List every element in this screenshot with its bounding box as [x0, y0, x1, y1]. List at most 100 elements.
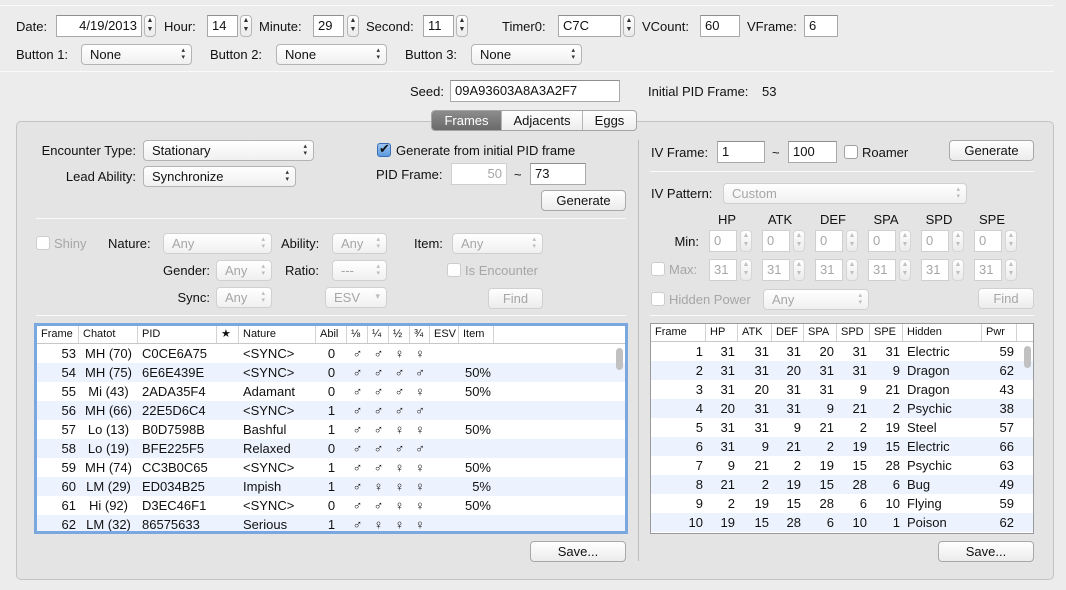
frames_table-header-7[interactable]: ¼	[368, 326, 389, 343]
iv-stepper[interactable]: ▲ ▼	[740, 230, 752, 252]
nature-popup[interactable]: Any	[163, 233, 272, 254]
frames_table-header-5[interactable]: Abil	[316, 326, 347, 343]
iv_table-header-7[interactable]: Hidden	[903, 324, 982, 341]
iv-stepper[interactable]: ▲ ▼	[1005, 230, 1017, 252]
max-iv-field[interactable]: 31	[709, 259, 737, 281]
iv-stepper[interactable]: ▲ ▼	[952, 259, 964, 281]
frames_table-header-6[interactable]: ⅛	[347, 326, 368, 343]
table-row[interactable]: 6 31 9 21 2 19 15 Electric 66	[651, 437, 1033, 456]
iv-stepper[interactable]: ▲ ▼	[952, 230, 964, 252]
iv_table-header-6[interactable]: SPE	[870, 324, 903, 341]
date-field[interactable]: 4/19/2013	[56, 15, 142, 37]
iv-stepper[interactable]: ▲ ▼	[899, 259, 911, 281]
seed-field[interactable]: 09A93603A8A3A2F7	[450, 80, 620, 102]
table-row[interactable]: 61 Hi (92) D3EC46F1 <SYNC> 0 ♂ ♂ ♀ ♀ 50%	[37, 496, 625, 515]
table-row[interactable]: 8 21 2 19 15 28 6 Bug 49	[651, 475, 1033, 494]
table-row[interactable]: 57 Lo (13) B0D7598B Bashful 1 ♂ ♂ ♀ ♀ 50%	[37, 420, 625, 439]
sync-popup[interactable]: Any	[216, 287, 272, 308]
table-row[interactable]: 54 MH (75) 6E6E439E <SYNC> 0 ♂ ♂ ♂ ♂ 50%	[37, 363, 625, 382]
iv_table-header-0[interactable]: Frame	[651, 324, 706, 341]
button3-popup[interactable]: None	[471, 44, 582, 65]
tab-eggs[interactable]: Eggs	[583, 111, 636, 130]
table-row[interactable]: 9 2 19 15 28 6 10 Flying 59	[651, 494, 1033, 513]
frames-scrollbar[interactable]	[616, 348, 623, 370]
table-row[interactable]: 5 31 31 9 21 2 19 Steel 57	[651, 418, 1033, 437]
min-iv-field[interactable]: 0	[974, 230, 1002, 252]
date-stepper[interactable]: ▲ ▼	[144, 15, 156, 37]
iv-stepper[interactable]: ▲ ▼	[899, 230, 911, 252]
table-row[interactable]: 7 9 21 2 19 15 28 Psychic 63	[651, 456, 1033, 475]
roamer-checkbox[interactable]	[844, 145, 858, 159]
second-stepper[interactable]: ▲ ▼	[456, 15, 468, 37]
pid-frame-min-field[interactable]: 50	[451, 163, 507, 185]
save-frames-button[interactable]: Save...	[530, 541, 626, 562]
vcount-field[interactable]: 60	[700, 15, 740, 37]
table-row[interactable]: 56 MH (66) 22E5D6C4 <SYNC> 1 ♂ ♂ ♂ ♂	[37, 401, 625, 420]
table-row[interactable]: 60 LM (29) ED034B25 Impish 1 ♂ ♀ ♀ ♀ 5%	[37, 477, 625, 496]
esv-popup[interactable]: ESV	[325, 287, 387, 308]
shiny-checkbox[interactable]	[36, 236, 50, 250]
ability-popup[interactable]: Any	[332, 233, 387, 254]
pid-frame-max-field[interactable]: 73	[530, 163, 586, 185]
iv_table-header-2[interactable]: ATK	[738, 324, 772, 341]
max-iv-field[interactable]: 31	[974, 259, 1002, 281]
min-iv-field[interactable]: 0	[762, 230, 790, 252]
frames_table-header-8[interactable]: ½	[389, 326, 410, 343]
max-iv-field[interactable]: 31	[762, 259, 790, 281]
frames_table-header-2[interactable]: PID	[138, 326, 217, 343]
frames-table[interactable]: Frame Chatot PID ★ Nature Abil ⅛ ¼ ½ ¾ ESV Item 53 M…	[34, 323, 628, 534]
iv-stepper[interactable]: ▲ ▼	[740, 259, 752, 281]
table-row[interactable]: 55 Mi (43) 2ADA35F4 Adamant 0 ♂ ♂ ♂ ♀ 50%	[37, 382, 625, 401]
minute-field[interactable]: 29	[313, 15, 344, 37]
find-iv-button[interactable]: Find	[978, 288, 1034, 309]
frames_table-header-9[interactable]: ¾	[410, 326, 430, 343]
table-row[interactable]: 58 Lo (19) BFE225F5 Relaxed 0 ♂ ♂ ♂ ♂	[37, 439, 625, 458]
hidden-power-checkbox[interactable]	[651, 292, 665, 306]
iv-frame-max-field[interactable]: 100	[788, 141, 837, 163]
frames_table-header-3[interactable]: ★	[217, 326, 239, 343]
generate-iv-button[interactable]: Generate	[949, 140, 1034, 161]
button2-popup[interactable]: None	[276, 44, 387, 65]
iv-stepper[interactable]: ▲ ▼	[1005, 259, 1017, 281]
generate-pid-button[interactable]: Generate	[541, 190, 626, 211]
frames_table-header-4[interactable]: Nature	[239, 326, 316, 343]
hour-stepper[interactable]: ▲ ▼	[240, 15, 252, 37]
table-row[interactable]: 10 19 15 28 6 10 1 Poison 62	[651, 513, 1033, 532]
iv_table-header-8[interactable]: Pwr	[982, 324, 1017, 341]
iv-scrollbar[interactable]	[1024, 346, 1031, 368]
iv_table-header-3[interactable]: DEF	[772, 324, 804, 341]
iv-pattern-popup[interactable]: Custom	[723, 183, 967, 204]
iv-stepper[interactable]: ▲ ▼	[846, 230, 858, 252]
find-pid-button[interactable]: Find	[488, 288, 543, 309]
hidden-power-popup[interactable]: Any	[763, 289, 869, 310]
min-iv-field[interactable]: 0	[709, 230, 737, 252]
max-checkbox[interactable]	[651, 262, 665, 276]
max-iv-field[interactable]: 31	[868, 259, 896, 281]
table-row[interactable]: 1 31 31 31 20 31 31 Electric 59	[651, 342, 1033, 361]
iv-stepper[interactable]: ▲ ▼	[793, 230, 805, 252]
item-popup[interactable]: Any	[452, 233, 543, 254]
generate-from-initial-checkbox[interactable]	[377, 141, 391, 157]
iv_table-header-5[interactable]: SPD	[837, 324, 870, 341]
timer0-field[interactable]: C7C	[558, 15, 621, 37]
table-row[interactable]: 59 MH (74) CC3B0C65 <SYNC> 1 ♂ ♂ ♀ ♀ 50%	[37, 458, 625, 477]
max-iv-field[interactable]: 31	[921, 259, 949, 281]
encounter-type-popup[interactable]: Stationary	[143, 140, 314, 161]
min-iv-field[interactable]: 0	[815, 230, 843, 252]
button1-popup[interactable]: None	[81, 44, 192, 65]
iv-stepper[interactable]: ▲ ▼	[793, 259, 805, 281]
tab-adjacents[interactable]: Adjacents	[502, 111, 583, 130]
min-iv-field[interactable]: 0	[868, 230, 896, 252]
iv-table[interactable]: Frame HP ATK DEF SPA SPD SPE Hidden Pwr 1 31 31 31 2…	[650, 323, 1034, 534]
iv_table-header-1[interactable]: HP	[706, 324, 738, 341]
iv-frame-min-field[interactable]: 1	[717, 141, 765, 163]
save-iv-button[interactable]: Save...	[938, 541, 1034, 562]
table-row[interactable]: 62 LM (32) 86575633 Serious 1 ♂ ♀ ♀ ♀	[37, 515, 625, 531]
iv-stepper[interactable]: ▲ ▼	[846, 259, 858, 281]
vframe-field[interactable]: 6	[804, 15, 838, 37]
min-iv-field[interactable]: 0	[921, 230, 949, 252]
ratio-popup[interactable]: ---	[332, 260, 387, 281]
iv_table-header-4[interactable]: SPA	[804, 324, 837, 341]
lead-ability-popup[interactable]: Synchronize	[143, 166, 296, 187]
frames_table-header-0[interactable]: Frame	[37, 326, 79, 343]
